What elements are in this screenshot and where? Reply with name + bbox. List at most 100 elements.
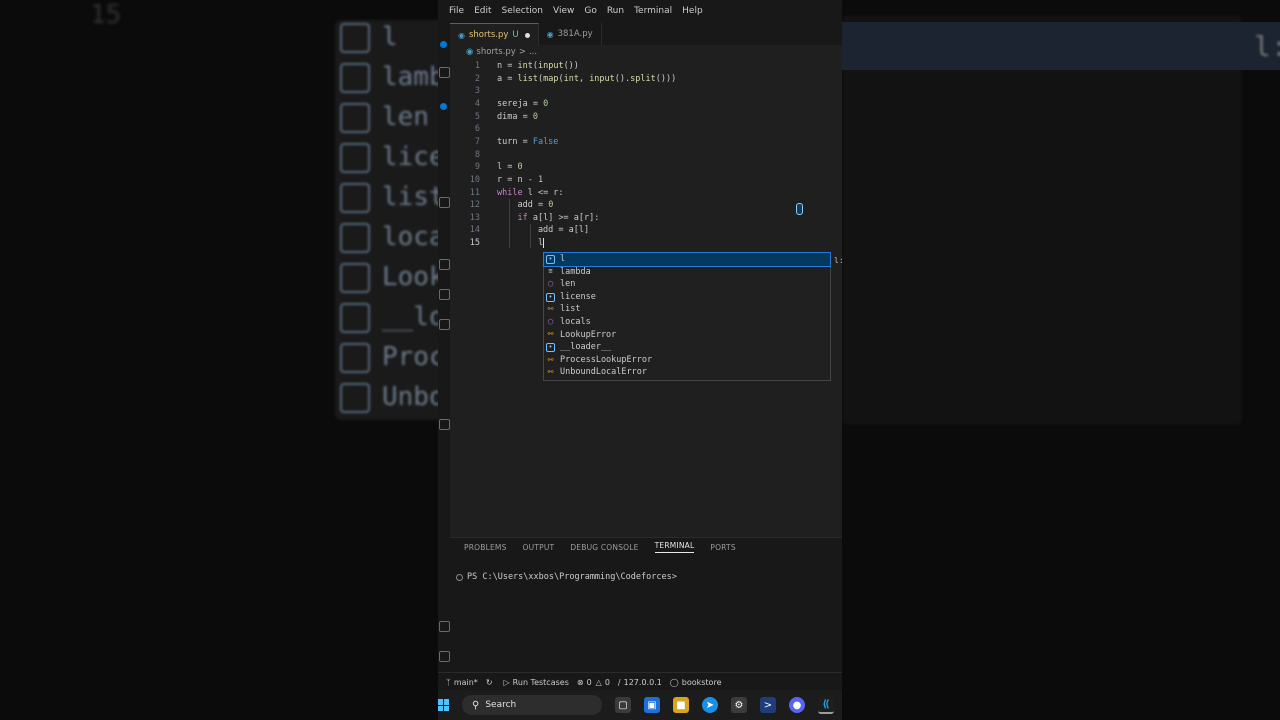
background-symbol-icon [340,102,370,133]
background-item-label: Proc [382,342,445,372]
docker-icon[interactable] [439,419,450,430]
database-icon[interactable] [439,289,450,300]
discord-icon[interactable]: ● [789,697,805,713]
remote-explorer-icon[interactable] [439,259,450,270]
menu-go[interactable]: Go [579,0,601,23]
browser-icon[interactable]: ➤ [702,697,718,713]
menu-edit[interactable]: Edit [469,0,496,23]
taskbar-search[interactable]: ⚲ Search [462,695,602,715]
code-line[interactable]: 11 while l <= r: [450,187,842,200]
background-symbol-icon [340,62,370,93]
function-icon: ⬡ [547,279,554,288]
background-item-label: __lo [382,302,445,332]
account-icon[interactable] [439,621,450,632]
source-control-badge-icon[interactable] [440,41,447,48]
background-suggest-item: Unbo [340,382,445,413]
code-line[interactable]: 14 add = a[l] [450,224,842,237]
background-suggest-item: loca [340,222,445,253]
code-line[interactable]: 6 [450,123,842,136]
database-label: bookstore [681,677,722,687]
sync-icon: ↻ [485,677,493,687]
code-line[interactable]: 3 [450,85,842,98]
windows-start-icon[interactable] [438,699,450,711]
database-status[interactable]: ◯ bookstore [670,678,722,687]
menu-view[interactable]: View [548,0,579,23]
code-line[interactable]: 8 [450,149,842,162]
code-line[interactable]: 12 add = 0 [450,199,842,212]
code-line[interactable]: 4 sereja = 0 [450,98,842,111]
suggestion-item[interactable]: ⚯ list [544,303,830,316]
background-symbol-icon [340,342,370,373]
suggestion-item[interactable]: ⚯ ProcessLookupError [544,354,830,367]
sync-status[interactable]: ↻ [486,678,496,687]
code-line[interactable]: 1 n = int(input()) [450,60,842,73]
panel-tab-debug-console[interactable]: DEBUG CONSOLE [570,543,638,552]
task-view-icon[interactable]: ▢ [615,697,631,713]
line-text: dima = 0 [497,111,538,122]
settings-icon[interactable]: ⚙ [731,697,747,713]
menu-run[interactable]: Run [602,0,629,23]
breadcrumb-symbols[interactable]: ... [529,47,537,57]
code-line[interactable]: 5 dima = 0 [450,111,842,124]
background-item-label: Unbo [382,382,445,412]
line-number: 5 [474,111,480,122]
line-text: while l <= r: [497,187,564,198]
code-line[interactable]: 9 l = 0 [450,161,842,174]
suggestion-item[interactable]: • l [543,252,831,267]
suggestion-item[interactable]: ⚯ LookupError [544,329,830,342]
line-number: 8 [474,149,480,160]
code-line[interactable]: 15 l [450,237,842,250]
vscode-icon[interactable]: ⟪ [818,696,834,714]
search-icon[interactable] [439,67,450,78]
code-line[interactable]: 13 if a[l] >= a[r]: [450,212,842,225]
unsaved-dot-icon[interactable] [524,32,530,38]
suggestion-label: ProcessLookupError [560,354,653,365]
panel-tab-output[interactable]: OUTPUT [523,543,555,552]
menu-file[interactable]: File [444,0,469,23]
background-item-label: lamb [382,62,445,92]
class-icon: ⚯ [547,305,554,314]
run-testcases-button[interactable]: ▷ Run Testcases [504,678,569,687]
line-number: 6 [474,124,480,135]
error-count: 0 [586,677,592,687]
code-line[interactable]: 2 a = list(map(int, input().split())) [450,73,842,86]
minimap-slider[interactable] [796,203,803,215]
code-line[interactable]: 7 turn = False [450,136,842,149]
panel-tab-terminal[interactable]: TERMINAL [654,541,695,553]
code-line[interactable]: 10 r = n - 1 [450,174,842,187]
line-number: 3 [474,86,480,97]
store-icon[interactable]: ▣ [644,697,660,713]
plug-icon: ∕ [617,677,621,687]
tab-shorts-py[interactable]: ◉ shorts.py U [450,23,539,46]
panel-tab-problems[interactable]: PROBLEMS [464,543,507,552]
activity-bar [438,23,450,690]
terminal-icon[interactable]: > [760,697,776,713]
menu-selection[interactable]: Selection [497,0,548,23]
breadcrumb-file[interactable]: shorts.py [476,47,515,57]
search-icon: ⚲ [472,699,480,711]
branch-status[interactable]: ᛉ main* [446,678,478,687]
suggestion-item[interactable]: ⚯ UnboundLocalError [544,366,830,379]
host-status[interactable]: ∕ 127.0.0.1 [618,678,662,687]
line-text: add = 0 [497,200,554,211]
menu-terminal[interactable]: Terminal [629,0,677,23]
suggestion-label: lambda [560,266,591,277]
problems-status[interactable]: ⊗ 0 △ 0 [577,678,610,687]
file-explorer-icon[interactable]: ■ [673,697,689,713]
suggestion-item[interactable]: • license [544,291,830,304]
tab-label: shorts.py [468,30,509,40]
line-text: l = 0 [497,162,523,173]
terminal-output[interactable]: PS C:\Users\xxbos\Programming\Codeforces… [456,572,677,582]
extensions-badge-icon[interactable] [440,103,447,110]
testing-icon[interactable] [439,319,450,330]
settings-gear-icon[interactable] [439,651,450,662]
run-debug-icon[interactable] [439,197,450,208]
panel-tab-ports[interactable]: PORTS [710,543,735,552]
background-suggest-item: len [340,102,429,133]
tab-381a-py[interactable]: ◉ 381A.py [539,23,602,45]
menu-help[interactable]: Help [677,0,708,23]
suggestion-item[interactable]: • __loader__ [544,341,830,354]
suggestion-item[interactable]: ⬡ len [544,278,830,291]
suggestion-item[interactable]: ≡ lambda [544,266,830,279]
suggestion-item[interactable]: ⬡ locals [544,316,830,329]
